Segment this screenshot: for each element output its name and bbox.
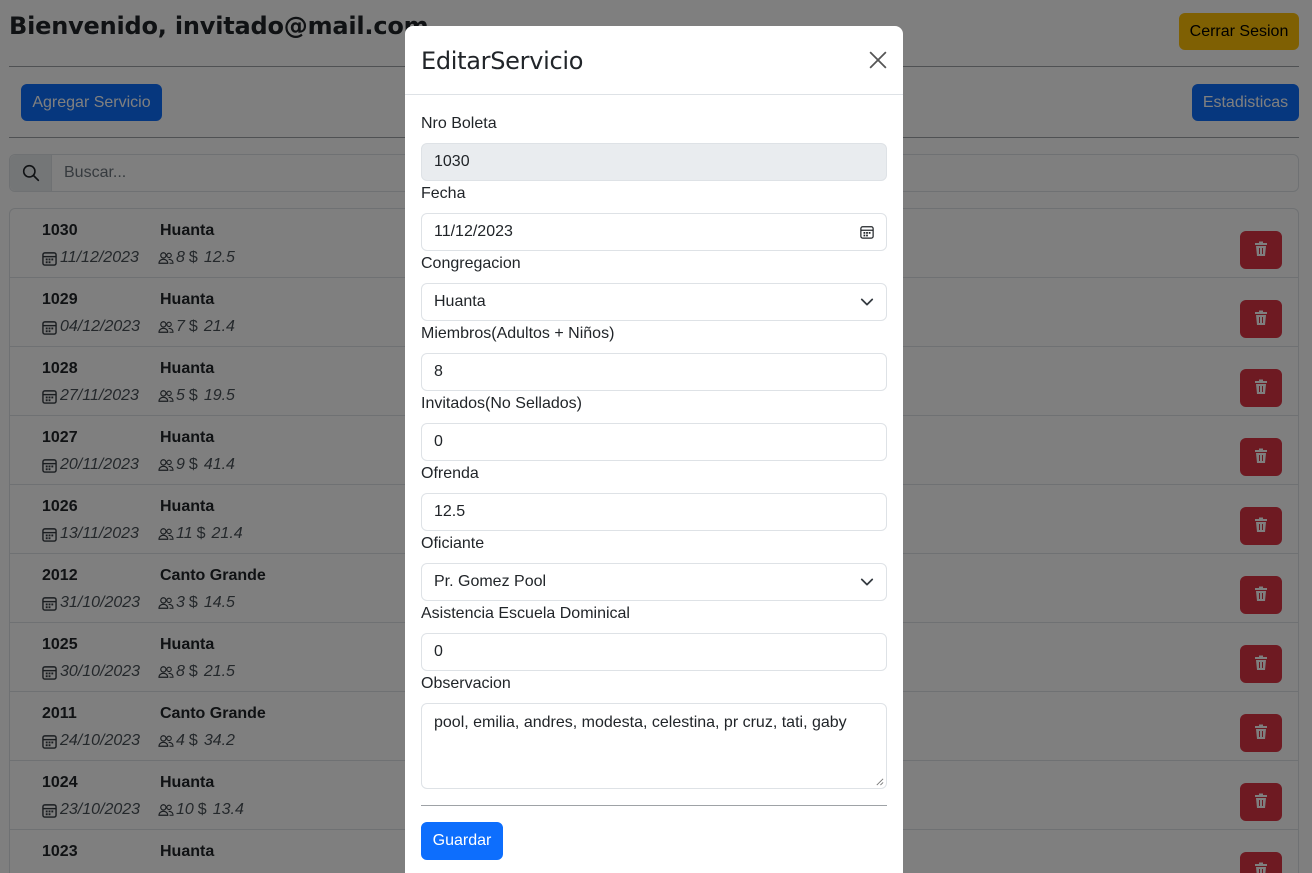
oficiante-label: Oficiante (421, 535, 485, 552)
invitados-value: 0 (434, 433, 443, 450)
chevron-down-icon (860, 298, 874, 306)
chevron-down-icon (860, 578, 874, 586)
congregacion-select[interactable]: Huanta (421, 283, 887, 321)
congregacion-value: Huanta (434, 293, 486, 310)
ofrenda-label: Ofrenda (421, 465, 479, 482)
modal-header: EditarServicio (405, 26, 903, 95)
fecha-field[interactable]: 11/12/2023 (421, 213, 887, 251)
ofrenda-input[interactable]: 12.5 (421, 493, 887, 531)
modal-title: EditarServicio (421, 47, 584, 75)
nro-boleta-value: 1030 (434, 153, 470, 170)
observacion-label: Observacion (421, 675, 511, 692)
fecha-value: 11/12/2023 (434, 223, 513, 240)
miembros-label: Miembros(Adultos + Niños) (421, 325, 615, 342)
edit-service-modal: EditarServicio Nro Boleta 1030 Fecha 11/… (405, 26, 903, 873)
escuela-dominical-value: 0 (434, 643, 443, 660)
fecha-label: Fecha (421, 185, 466, 202)
miembros-input[interactable]: 8 (421, 353, 887, 391)
congregacion-label: Congregacion (421, 255, 521, 272)
oficiante-value: Pr. Gomez Pool (434, 573, 547, 590)
observacion-value: pool, emilia, andres, modesta, celestina… (434, 714, 847, 731)
save-button[interactable]: Guardar (421, 822, 503, 860)
invitados-label: Invitados(No Sellados) (421, 395, 582, 412)
observacion-textarea[interactable]: pool, emilia, andres, modesta, celestina… (421, 703, 887, 789)
nro-boleta-label: Nro Boleta (421, 115, 497, 132)
nro-boleta-field: 1030 (421, 143, 887, 181)
calendar-icon[interactable] (860, 225, 874, 239)
invitados-input[interactable]: 0 (421, 423, 887, 461)
close-button[interactable] (867, 49, 889, 71)
escuela-dominical-label: Asistencia Escuela Dominical (421, 605, 630, 622)
close-icon (869, 51, 887, 69)
ofrenda-value: 12.5 (434, 503, 466, 520)
oficiante-select[interactable]: Pr. Gomez Pool (421, 563, 887, 601)
escuela-dominical-input[interactable]: 0 (421, 633, 887, 671)
modal-divider (421, 805, 887, 806)
resize-grip-icon[interactable] (875, 777, 884, 786)
miembros-value: 8 (434, 363, 443, 380)
